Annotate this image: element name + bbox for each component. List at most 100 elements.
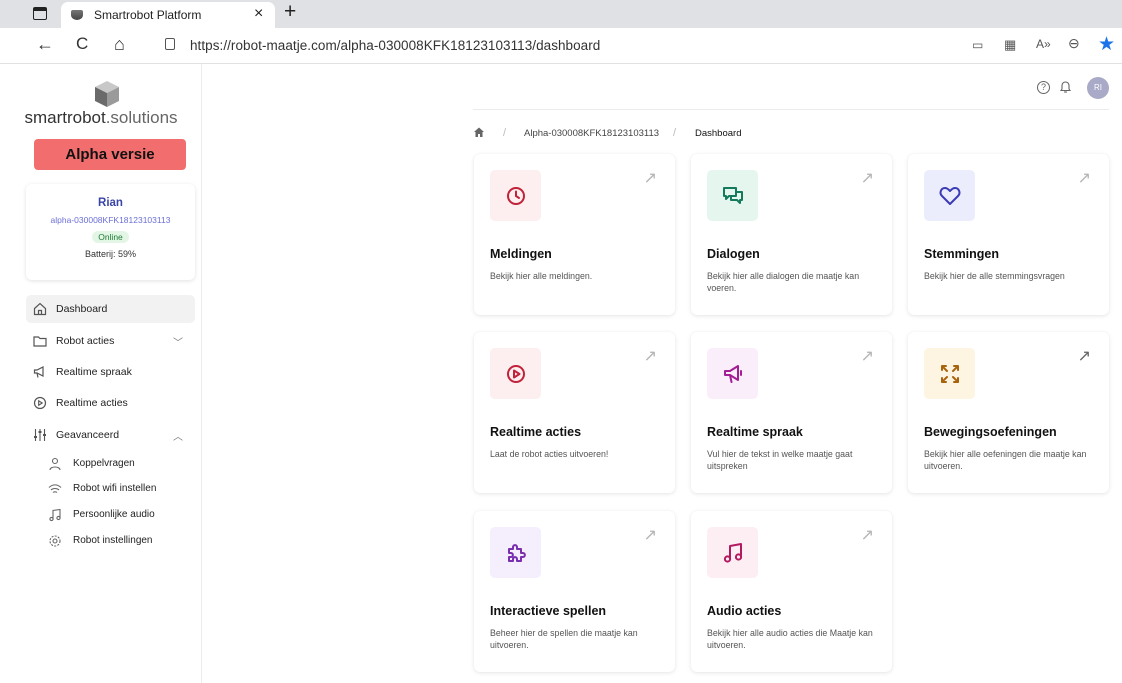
megaphone-icon [33,365,47,379]
avatar[interactable]: RI [1087,77,1109,99]
card-realtime-acties[interactable]: ↗ Realtime acties Laat de robot acties u… [474,332,675,493]
sidebar-item-realtime-spraak[interactable]: Realtime spraak [26,358,195,386]
sidebar-item-robot-acties[interactable]: Robot acties ﹀ [26,327,195,355]
window-menu-icon[interactable] [33,7,47,20]
zoom-icon[interactable]: ⊖ [1068,35,1080,52]
arrow-up-right-icon: ↗ [860,527,874,544]
sidebar-item-label: Dashboard [56,303,108,315]
sidebar-item-realtime-acties[interactable]: Realtime acties [26,389,195,417]
folder-icon [33,334,47,348]
chevron-up-icon[interactable]: ︿ [173,428,183,443]
card-bewegingsoefeningen[interactable]: ↗ Bewegingsoefeningen Bekijk hier alle o… [908,332,1109,493]
card-title: Bewegingsoefeningen [924,425,1057,439]
robot-profile-card: Rian alpha-030008KFK18123103113 Online B… [26,184,195,280]
card-icon-box [490,348,541,399]
megaphone-icon [723,364,742,383]
address-bar: ← C ⌂ https://robot-maatje.com/alpha-030… [0,28,1122,64]
breadcrumb-separator: / [673,127,677,139]
submenu-item-label: Persoonlijke audio [73,509,155,520]
card-meldingen[interactable]: ↗ Meldingen Bekijk hier alle meldingen. [474,154,675,315]
sidebar-item-dashboard[interactable]: Dashboard [26,295,195,323]
sliders-icon [33,428,47,442]
arrow-up-right-icon: ↗ [643,170,657,187]
users-icon [48,457,62,471]
sidebar-item-geavanceerd[interactable]: Geavanceerd ︿ [26,421,195,449]
card-title: Realtime acties [490,425,582,439]
status-badge: Online [92,231,129,243]
browser-tabbar: Smartrobot Platform × + [0,0,1122,28]
chat-icon [722,186,743,204]
home-icon [33,302,47,316]
submenu-item-koppelvragen[interactable]: Koppelvragen [44,453,194,475]
card-description: Bekijk hier alle dialogen die maatje kan… [707,271,860,293]
header-divider [473,109,1109,110]
play-circle-icon [506,364,525,383]
breadcrumb-home-icon[interactable] [473,126,485,141]
home-icon[interactable]: ⌂ [114,34,125,55]
submenu-item-robot-wifi[interactable]: Robot wifi instellen [44,478,194,500]
arrow-up-right-icon: ↗ [860,348,874,365]
submenu-item-label: Koppelvragen [73,458,135,469]
chevron-down-icon[interactable]: ﹀ [173,334,183,349]
card-description: Bekijk hier alle meldingen. [490,271,593,281]
alpha-version-button[interactable]: Alpha versie [34,139,186,170]
back-icon[interactable]: ← [36,34,54,55]
wifi-icon [48,482,62,496]
breadcrumb-robot[interactable]: Alpha-030008KFK18123103113 [524,128,659,139]
card-title: Dialogen [707,247,760,261]
favorite-star-icon[interactable]: ★ [1098,33,1115,56]
puzzle-icon [507,543,526,562]
card-dialogen[interactable]: ↗ Dialogen Bekijk hier alle dialogen die… [691,154,892,315]
arrow-up-right-icon: ↗ [1077,170,1091,187]
tab-close-icon[interactable]: × [254,5,263,23]
submenu-item-persoonlijke-audio[interactable]: Persoonlijke audio [44,504,194,526]
sidebar-item-label: Realtime spraak [56,366,132,378]
robot-id: alpha-030008KFK18123103113 [50,215,171,225]
card-title: Interactieve spellen [490,604,607,618]
arrow-up-right-icon: ↗ [860,170,874,187]
card-description: Bekijk hier de alle stemmingsvragen [924,271,1065,281]
card-title: Stemmingen [924,247,1000,261]
new-tab-button[interactable]: + [284,0,296,24]
card-interactieve-spellen[interactable]: ↗ Interactieve spellen Beheer hier de sp… [474,511,675,672]
apps-icon[interactable]: ▦ [1004,37,1016,53]
help-icon[interactable]: ? [1037,81,1050,94]
browser-tab[interactable]: Smartrobot Platform × [61,2,275,28]
breadcrumb-current: Dashboard [695,128,742,139]
arrow-up-right-icon: ↗ [643,348,657,365]
submenu-item-robot-instellingen[interactable]: Robot instellingen [44,530,194,552]
robot-favicon-icon [71,10,83,20]
tab-title: Smartrobot Platform [94,8,202,22]
card-description: Laat de robot acties uitvoeren! [490,449,609,459]
sidebar-item-label: Robot acties [56,335,115,347]
card-realtime-spraak[interactable]: ↗ Realtime spraak Vul hier de tekst in w… [691,332,892,493]
card-stemmingen[interactable]: ↗ Stemmingen Bekijk hier de alle stemmin… [908,154,1109,315]
battery-level: Batterij: 59% [84,249,137,259]
robot-name: Rian [98,197,123,209]
refresh-icon[interactable]: C [76,34,88,54]
reading-view-icon[interactable]: ▭ [972,38,983,52]
music-icon [723,542,742,563]
submenu-item-label: Robot instellingen [73,535,153,546]
clock-icon [506,186,525,205]
bell-icon[interactable] [1059,80,1072,97]
card-icon-box [707,348,758,399]
sidebar-item-label: Geavanceerd [56,429,120,441]
sidebar: smartrobot.solutions Alpha versie Rian a… [0,64,202,683]
card-icon-box [924,170,975,221]
expand-icon [940,364,959,383]
arrow-up-right-icon: ↗ [643,527,657,544]
music-icon [48,508,62,522]
read-aloud-icon[interactable]: A» [1036,37,1051,51]
card-icon-box [924,348,975,399]
card-title: Realtime spraak [707,425,803,439]
url-field[interactable]: https://robot-maatje.com/alpha-030008KFK… [190,38,600,53]
card-audio-acties[interactable]: ↗ Audio acties Bekijk hier alle audio ac… [691,511,892,672]
play-icon [33,396,47,410]
lock-icon[interactable] [165,38,175,50]
card-description: Vul hier de tekst in welke maatje gaat u… [707,449,853,471]
gear-icon [48,534,62,548]
card-icon-box [707,170,758,221]
card-icon-box [490,170,541,221]
logo-text: smartrobot.solutions [24,108,178,127]
